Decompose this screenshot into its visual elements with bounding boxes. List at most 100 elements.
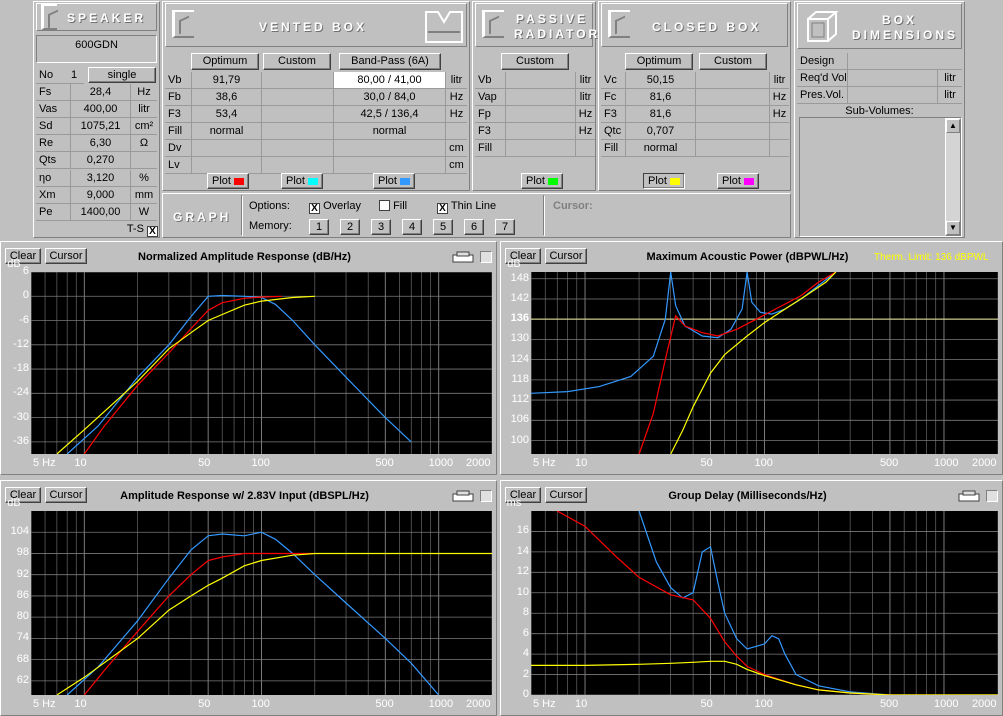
speaker-param-value[interactable]: 3,120 [70, 169, 130, 187]
memory-button-5[interactable]: 5 [433, 219, 453, 235]
subvol-list[interactable]: ▲ ▼ [799, 117, 962, 237]
printer-icon[interactable] [958, 490, 980, 502]
overlay-checkbox[interactable]: X [309, 203, 320, 214]
closed-optimum-value[interactable]: normal [625, 140, 695, 157]
scroll-down-icon[interactable]: ▼ [946, 221, 960, 235]
passive-plot-button[interactable]: Plot [521, 173, 563, 189]
y-tick-label: 142 [510, 291, 529, 304]
y-tick-label: 148 [510, 271, 529, 284]
chart-svg [531, 272, 998, 454]
printer-icon[interactable] [452, 251, 474, 263]
memory-button-3[interactable]: 3 [371, 219, 391, 235]
vented-bandpass-button[interactable]: Band-Pass (6A) [339, 53, 441, 70]
vented-optimum-value[interactable] [191, 140, 261, 157]
closed-row-label: Fill [601, 140, 625, 157]
cursor-button[interactable]: Cursor [45, 487, 87, 503]
x-tick-label: 10 [575, 457, 588, 469]
scroll-up-icon[interactable]: ▲ [946, 119, 960, 133]
passive-custom-button[interactable]: Custom [501, 53, 569, 70]
vented-bandpass-value[interactable]: 42,5 / 136,4 [333, 106, 445, 123]
memory-button-1[interactable]: 1 [309, 219, 329, 235]
memory-button-4[interactable]: 4 [402, 219, 422, 235]
speaker-param-value[interactable]: 1400,00 [70, 203, 130, 221]
closed-plot-custom-button[interactable]: Plot [717, 173, 759, 189]
panel-checkbox[interactable] [480, 251, 492, 263]
vented-plot-custom-button[interactable]: Plot [281, 173, 323, 189]
dims-design-field[interactable] [847, 53, 962, 70]
vented-custom-value[interactable] [261, 89, 333, 106]
closed-custom-value[interactable] [695, 106, 769, 123]
speaker-param-value[interactable]: 0,270 [70, 152, 130, 170]
ts-checkbox[interactable]: X [147, 226, 158, 237]
vented-custom-value[interactable] [261, 72, 333, 89]
panel-checkbox[interactable] [986, 490, 998, 502]
memory-button-6[interactable]: 6 [464, 219, 484, 235]
scrollbar[interactable]: ▲ ▼ [945, 118, 961, 236]
plot-area[interactable] [31, 272, 492, 454]
vented-plot-bandpass-button[interactable]: Plot [373, 173, 415, 189]
passive-value[interactable] [505, 89, 575, 106]
vented-plot-optimum-button[interactable]: Plot [207, 173, 249, 189]
speaker-param-value[interactable]: 28,4 [70, 84, 130, 101]
overlay-option[interactable]: X Overlay [309, 200, 361, 214]
closed-optimum-value[interactable]: 50,15 [625, 72, 695, 89]
series-red-line [556, 511, 998, 695]
speaker-param-value[interactable]: 1075,21 [70, 118, 130, 136]
closed-custom-button[interactable]: Custom [699, 53, 767, 70]
vented-bandpass-value[interactable]: 80,00 / 41,00 [333, 72, 445, 89]
memory-button-2[interactable]: 2 [340, 219, 360, 235]
printer-icon[interactable] [452, 490, 474, 502]
vented-custom-button[interactable]: Custom [263, 53, 331, 70]
closed-custom-value[interactable] [695, 140, 769, 157]
passive-row-unit [575, 140, 595, 157]
cursor-button[interactable]: Cursor [45, 248, 87, 264]
speaker-param-value[interactable]: 400,00 [70, 101, 130, 119]
closed-optimum-value[interactable]: 81,6 [625, 106, 695, 123]
closed-custom-value[interactable] [695, 72, 769, 89]
speaker-name[interactable]: 600GDN [36, 35, 157, 63]
closed-optimum-button[interactable]: Optimum [625, 53, 693, 70]
vented-row-label: Fb [165, 89, 191, 106]
fill-checkbox[interactable] [379, 200, 390, 211]
vented-optimum-value[interactable] [191, 157, 261, 174]
speaker-param-label: Xm [36, 187, 70, 204]
vented-optimum-value[interactable]: 91,79 [191, 72, 261, 89]
closed-custom-value[interactable] [695, 123, 769, 140]
closed-optimum-value[interactable]: 81,6 [625, 89, 695, 106]
passive-value[interactable] [505, 140, 575, 157]
passive-value[interactable] [505, 123, 575, 140]
cursor-button[interactable]: Cursor [545, 487, 587, 503]
thinline-checkbox[interactable]: X [437, 203, 448, 214]
vented-optimum-value[interactable]: normal [191, 123, 261, 140]
fill-option[interactable]: Fill [379, 200, 407, 212]
y-tick-label: 112 [511, 393, 529, 406]
vented-bandpass-value[interactable]: 30,0 / 84,0 [333, 89, 445, 106]
ts-toggle[interactable]: T-S X [98, 221, 158, 237]
vented-bandpass-value[interactable]: normal [333, 123, 445, 140]
vented-optimum-value[interactable]: 38,6 [191, 89, 261, 106]
cursor-button[interactable]: Cursor [545, 248, 587, 264]
closed-optimum-value[interactable]: 0,707 [625, 123, 695, 140]
vented-custom-value[interactable] [261, 123, 333, 140]
closed-plot-optimum-button[interactable]: Plot [643, 173, 685, 189]
vented-custom-value[interactable] [261, 140, 333, 157]
plot-area[interactable] [531, 511, 998, 695]
speaker-no-value[interactable]: 1 [64, 67, 84, 84]
thinline-option[interactable]: X Thin Line [437, 200, 496, 214]
plot-area[interactable] [531, 272, 998, 454]
vented-optimum-value[interactable]: 53,4 [191, 106, 261, 123]
speaker-param-value[interactable]: 6,30 [70, 135, 130, 153]
panel-checkbox[interactable] [480, 490, 492, 502]
passive-value[interactable] [505, 106, 575, 123]
vented-custom-value[interactable] [261, 106, 333, 123]
speaker-mode-button[interactable]: single [88, 67, 156, 83]
vented-optimum-button[interactable]: Optimum [191, 53, 259, 70]
vented-custom-value[interactable] [261, 157, 333, 174]
vented-bandpass-value[interactable] [333, 157, 445, 174]
passive-value[interactable] [505, 72, 575, 89]
closed-custom-value[interactable] [695, 89, 769, 106]
vented-bandpass-value[interactable] [333, 140, 445, 157]
memory-button-7[interactable]: 7 [495, 219, 515, 235]
plot-area[interactable] [31, 511, 492, 695]
speaker-param-value[interactable]: 9,000 [70, 186, 130, 204]
